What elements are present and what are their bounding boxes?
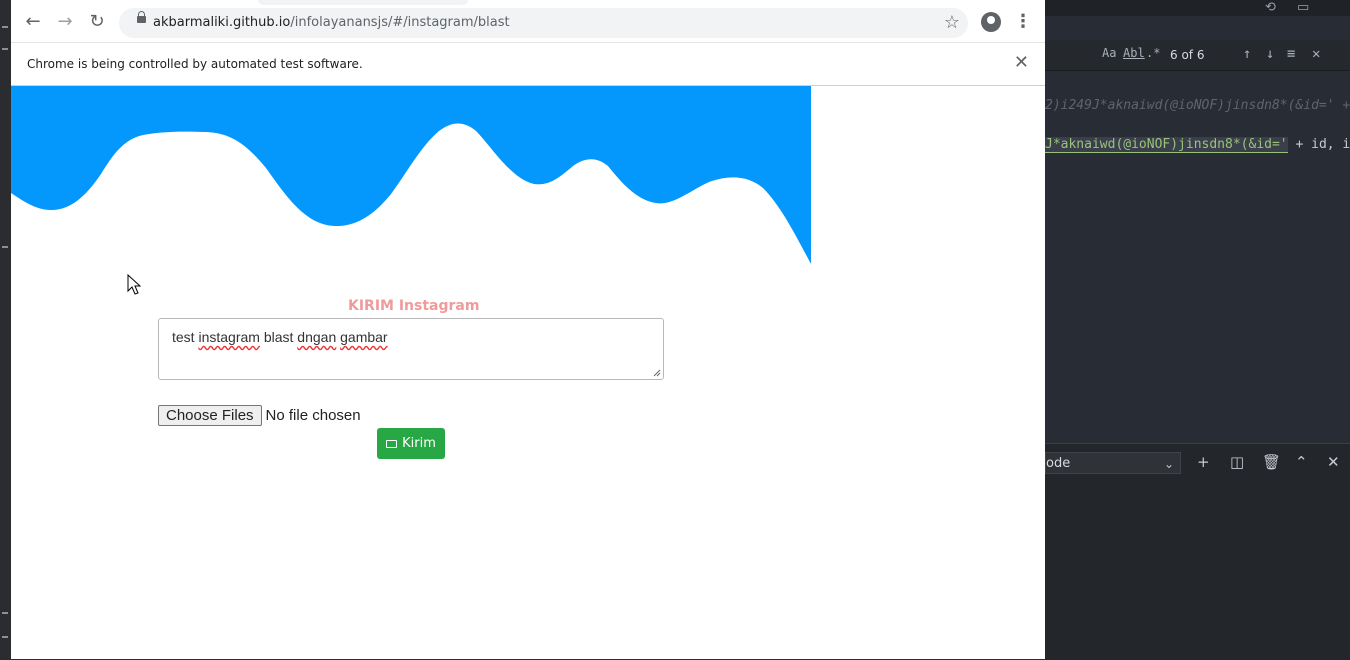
ide-titlebar: ⟲ ▭ [1045, 0, 1350, 16]
send-button[interactable]: Kirim [377, 428, 445, 459]
layout-icon[interactable]: ▭ [1297, 0, 1309, 15]
infobar-message: Chrome is being controlled by automated … [27, 57, 363, 71]
find-match: J*aknaiwd(@ioNOF)jinsdn8*(&id=' [1045, 137, 1288, 153]
split-icon[interactable]: ◫ [1230, 453, 1244, 471]
back-arrow-icon[interactable]: ← [21, 10, 45, 34]
header-wave [11, 86, 811, 264]
envelope-icon [386, 440, 398, 448]
arrow-down-icon[interactable]: ↓ [1266, 46, 1274, 62]
output-select-value: ode [1046, 456, 1071, 471]
url-host: akbarmaliki.github.io [153, 15, 291, 30]
file-input: Choose Files No file chosen [158, 405, 361, 426]
profile-icon[interactable] [981, 12, 1001, 32]
forward-arrow-icon[interactable]: → [53, 10, 77, 34]
gutter-mark [2, 48, 8, 50]
selection-icon[interactable]: ≡ [1287, 46, 1295, 62]
lock-icon [137, 11, 146, 23]
message-word: blast [263, 329, 294, 345]
automation-infobar: Chrome is being controlled by automated … [11, 43, 1045, 86]
mouse-cursor-icon [127, 274, 141, 295]
message-word: test [172, 329, 195, 345]
background-ide-strip [0, 0, 11, 659]
page-content: KIRIM Instagram test instagram blast dng… [11, 86, 1045, 659]
plus-icon[interactable]: + [1197, 453, 1210, 471]
gutter-mark [2, 612, 8, 614]
message-textarea[interactable]: test instagram blast dngan gambar [158, 318, 664, 380]
ide-window: ⟲ ▭ Aa Abl .* 6 of 6 ↑ ↓ ≡ ✕ 2)i249J*akn… [1045, 0, 1350, 660]
gutter-mark [2, 246, 8, 248]
regex-icon[interactable]: .* [1146, 46, 1160, 60]
form-title: KIRIM Instagram [348, 298, 480, 314]
find-widget: Aa Abl .* 6 of 6 ↑ ↓ ≡ ✕ [1045, 40, 1350, 71]
chevron-up-icon[interactable]: ⌃ [1295, 453, 1308, 471]
address-bar[interactable]: akbarmaliki.github.io/infolayanansjs/#/i… [119, 8, 968, 38]
browser-toolbar: ← → ↻ akbarmaliki.github.io/infolayanans… [11, 0, 1045, 43]
message-word: instagram [198, 329, 260, 345]
send-button-label: Kirim [402, 436, 436, 451]
arrow-up-icon[interactable]: ↑ [1243, 46, 1251, 62]
close-icon[interactable]: ✕ [1014, 52, 1029, 73]
more-vertical-icon[interactable]: ⋮ [1014, 10, 1032, 34]
resize-grip-icon[interactable] [653, 369, 661, 377]
browser-window: ← → ↻ akbarmaliki.github.io/infolayanans… [11, 0, 1045, 659]
match-case-icon[interactable]: Aa [1102, 46, 1116, 60]
output-select[interactable]: ode ⌄ [1045, 452, 1181, 474]
wave-shape [11, 86, 811, 264]
match-word-icon[interactable]: Abl [1123, 46, 1145, 60]
message-word: dngan [297, 329, 337, 345]
gutter-mark [2, 26, 8, 28]
file-status: No file chosen [265, 407, 361, 424]
gutter-mark [2, 636, 8, 638]
url-text: akbarmaliki.github.io/infolayanansjs/#/i… [153, 15, 510, 30]
code-text: + id, i [1287, 137, 1350, 152]
code-line: 2)i249J*aknaiwd(@ioNOF)jinsdn8*(&id=' + [1045, 98, 1350, 113]
terminal-panel: ode ⌄ + ◫ 🗑 ⌃ ✕ [1045, 443, 1350, 660]
sync-icon[interactable]: ⟲ [1265, 0, 1276, 15]
reload-icon[interactable]: ↻ [85, 10, 109, 34]
active-tab-edge [258, 0, 468, 5]
trash-icon[interactable]: 🗑 [1262, 453, 1281, 471]
find-count: 6 of 6 [1170, 48, 1205, 62]
star-icon[interactable]: ☆ [944, 12, 960, 33]
code-line: J*aknaiwd(@ioNOF)jinsdn8*(&id=' + id, i [1045, 137, 1350, 153]
close-icon[interactable]: ✕ [1312, 46, 1320, 62]
message-word: gambar [340, 329, 388, 345]
close-icon[interactable]: ✕ [1327, 453, 1340, 471]
chevron-down-icon: ⌄ [1163, 457, 1174, 471]
url-path: /infolayanansjs/#/instagram/blast [290, 15, 510, 30]
choose-files-button[interactable]: Choose Files [158, 405, 262, 426]
